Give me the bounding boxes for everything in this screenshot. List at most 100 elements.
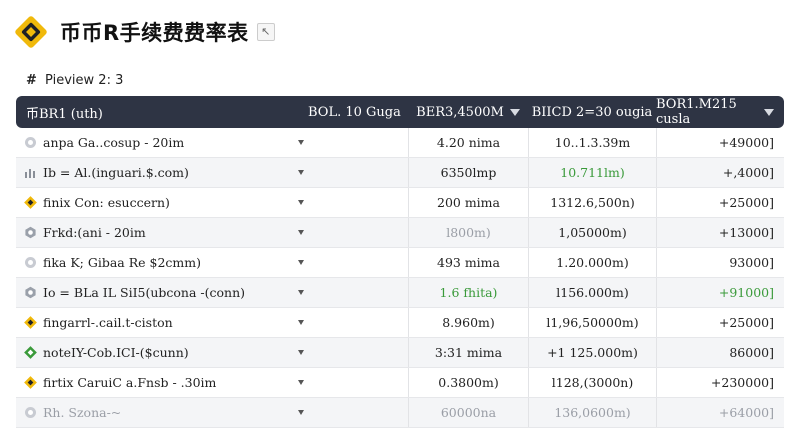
column-header-pair[interactable]: 币BR1 (uth) (16, 96, 308, 128)
pair-name: firtix CaruiC a.Fnsb - .30im (43, 375, 217, 390)
dropdown-cell[interactable] (298, 158, 408, 187)
rate-cell: 1.20.000m) (528, 248, 656, 277)
pair-name: finix Con: esuccern) (43, 195, 170, 210)
change-cell: +64000] (656, 398, 784, 427)
pair-name: fika K; Gibaa Re $2cmm) (43, 255, 201, 270)
pair-cell: noteIY-Cob.ICI-($cunn) (16, 338, 308, 367)
column-header-4[interactable]: BIICD 2=30 ougia (528, 96, 656, 128)
pair-name: Io = BLa IL SiI5(ubcona -(conn) (43, 285, 245, 300)
column-header-3[interactable]: BER3,4500M (408, 96, 528, 128)
hash-icon: # (26, 73, 37, 88)
table-header: 币BR1 (uth) BOL. 10 Guga BER3,4500M BIICD… (16, 96, 784, 128)
table-row[interactable]: firtix CaruiC a.Fnsb - .30im 0.3800m) l128… (16, 368, 784, 398)
change-cell: +91000] (656, 278, 784, 307)
coin-icon (24, 166, 37, 179)
pair-cell: Rh. Szona-~ (16, 398, 308, 427)
coin-icon (24, 346, 37, 359)
dropdown-arrow-icon[interactable] (298, 260, 304, 265)
dropdown-arrow-icon[interactable] (298, 200, 304, 205)
change-cell: +,4000] (656, 158, 784, 187)
dropdown-arrow-icon[interactable] (298, 290, 304, 295)
coin-icon (24, 226, 37, 239)
change-cell: +230000] (656, 368, 784, 397)
rate-cell: 60000na (408, 398, 528, 427)
rate-cell: 200 mima (408, 188, 528, 217)
rate-cell: 493 mima (408, 248, 528, 277)
rate-cell: l128,(3000n) (528, 368, 656, 397)
rate-cell: l800m) (408, 218, 528, 247)
sort-caret-icon (764, 108, 774, 116)
rate-cell: l1,96,50000m) (528, 308, 656, 337)
table-row[interactable]: fika K; Gibaa Re $2cmm) 493 mima 1.20.000m… (16, 248, 784, 278)
table-row[interactable]: fingarrl-.cail.t-ciston 8.960m) l1,96,5000… (16, 308, 784, 338)
exchange-logo-icon (14, 15, 48, 49)
dropdown-arrow-icon[interactable] (298, 230, 304, 235)
dropdown-cell[interactable] (298, 398, 408, 427)
page-header: 币币R手续费费率表 ↖ (14, 12, 275, 52)
dropdown-arrow-icon[interactable] (298, 140, 304, 145)
preview-label: Pieview (45, 73, 95, 88)
change-cell: 93000] (656, 248, 784, 277)
pair-cell: fingarrl-.cail.t-ciston (16, 308, 308, 337)
change-cell: +25000] (656, 188, 784, 217)
preview-counter: # Pieview 2: 3 (26, 73, 123, 88)
dropdown-cell[interactable] (298, 218, 408, 247)
table-row[interactable]: Frkd:(ani - 20im l800m) 1,05000m) +13000] (16, 218, 784, 248)
rate-cell: 8.960m) (408, 308, 528, 337)
dropdown-cell[interactable] (298, 308, 408, 337)
rate-cell: 1,05000m) (528, 218, 656, 247)
rate-cell: 136,0600m) (528, 398, 656, 427)
dropdown-cell[interactable] (298, 128, 408, 157)
cursor-icon[interactable]: ↖ (256, 23, 275, 41)
table-row[interactable]: Io = BLa IL SiI5(ubcona -(conn) 1.6 fhita… (16, 278, 784, 308)
rate-cell: 1.6 fhita) (408, 278, 528, 307)
dropdown-arrow-icon[interactable] (298, 380, 304, 385)
dropdown-arrow-icon[interactable] (298, 320, 304, 325)
pair-name: fingarrl-.cail.t-ciston (43, 315, 173, 330)
dropdown-arrow-icon[interactable] (298, 170, 304, 175)
rate-cell: 10.711lm) (528, 158, 656, 187)
dropdown-cell[interactable] (298, 248, 408, 277)
table-row[interactable]: finix Con: esuccern) 200 mima 1312.6,500n)… (16, 188, 784, 218)
change-cell: +49000] (656, 128, 784, 157)
pair-cell: Frkd:(ani - 20im (16, 218, 308, 247)
table-row[interactable]: noteIY-Cob.ICI-($cunn) 3:31 mima +1 125.00… (16, 338, 784, 368)
coin-icon (24, 256, 37, 269)
rate-cell: 3:31 mima (408, 338, 528, 367)
coin-icon (24, 316, 37, 329)
rate-cell: +1 125.000m) (528, 338, 656, 367)
pair-cell: Ib = Al.(inguari.$.com) (16, 158, 308, 187)
coin-icon (24, 406, 37, 419)
table-row[interactable]: anpa Ga..cosup - 20im 4.20 nima 10..1.3.39… (16, 128, 784, 158)
rate-cell: 0.3800m) (408, 368, 528, 397)
rate-cell: 1312.6,500n) (528, 188, 656, 217)
table-body: anpa Ga..cosup - 20im 4.20 nima 10..1.3.39… (16, 128, 784, 428)
dropdown-cell[interactable] (298, 368, 408, 397)
pair-cell: finix Con: esuccern) (16, 188, 308, 217)
pair-cell: firtix CaruiC a.Fnsb - .30im (16, 368, 308, 397)
change-cell: +25000] (656, 308, 784, 337)
dropdown-cell[interactable] (298, 188, 408, 217)
rate-cell: 10..1.3.39m (528, 128, 656, 157)
dropdown-cell[interactable] (298, 278, 408, 307)
column-header-5[interactable]: BOR1.M215 cusla (656, 96, 784, 128)
coin-icon (24, 196, 37, 209)
dropdown-arrow-icon[interactable] (298, 350, 304, 355)
dropdown-cell[interactable] (298, 338, 408, 367)
fee-rate-table: 币BR1 (uth) BOL. 10 Guga BER3,4500M BIICD… (16, 96, 784, 428)
column-header-2[interactable]: BOL. 10 Guga (308, 96, 408, 128)
pair-name: noteIY-Cob.ICI-($cunn) (43, 345, 189, 360)
sort-caret-icon (509, 108, 520, 116)
pair-cell: fika K; Gibaa Re $2cmm) (16, 248, 308, 277)
pair-name: Ib = Al.(inguari.$.com) (43, 165, 189, 180)
rate-cell: 4.20 nima (408, 128, 528, 157)
dropdown-arrow-icon[interactable] (298, 410, 304, 415)
preview-count: 2: 3 (98, 73, 124, 88)
coin-icon (24, 376, 37, 389)
page-title: 币币R手续费费率表 (60, 21, 249, 45)
table-row[interactable]: Rh. Szona-~ 60000na 136,0600m) +64000] (16, 398, 784, 428)
coin-icon (24, 286, 37, 299)
rate-cell: l156.000m) (528, 278, 656, 307)
table-row[interactable]: Ib = Al.(inguari.$.com) 6350lmp 10.711lm) +… (16, 158, 784, 188)
pair-cell: Io = BLa IL SiI5(ubcona -(conn) (16, 278, 308, 307)
